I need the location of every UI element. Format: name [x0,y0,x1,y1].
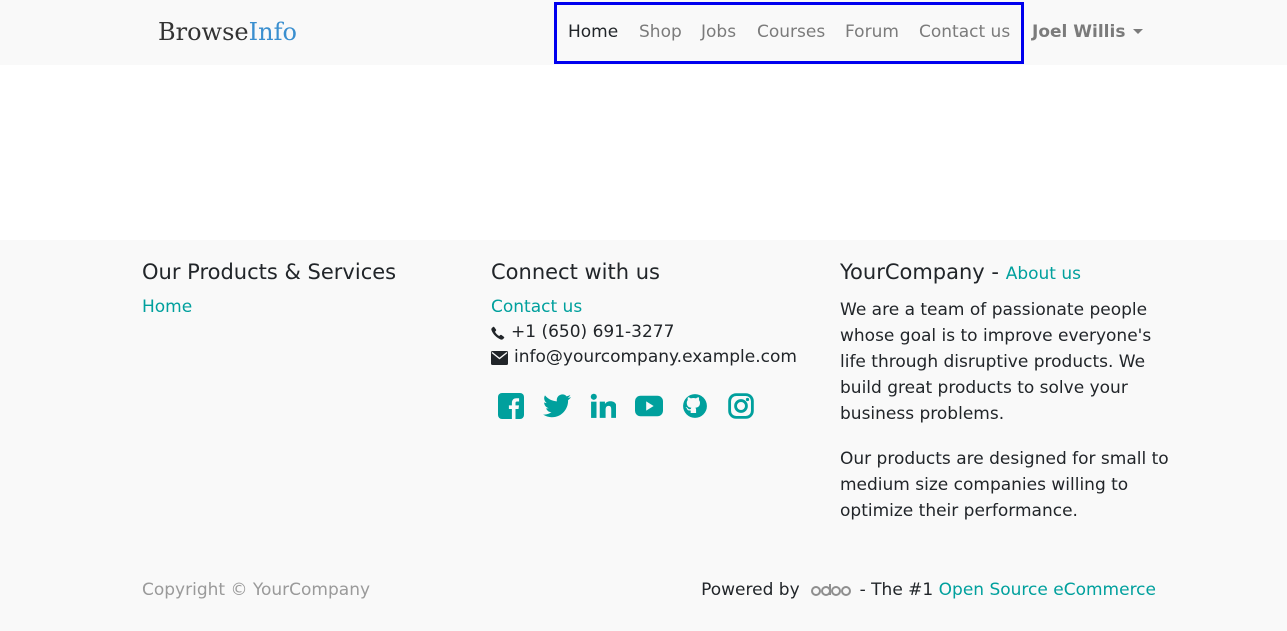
nav-shop[interactable]: Shop [639,21,682,43]
company-name: YourCompany [840,260,985,284]
twitter-icon[interactable] [543,392,571,420]
nav-home[interactable]: Home [568,21,618,43]
envelope-icon [491,350,508,365]
brand-logo[interactable]: BrowseInfo [158,17,297,47]
email-address: info@yourcompany.example.com [514,347,797,367]
user-menu-dropdown[interactable]: Joel Willis [1032,21,1144,43]
about-separator: - [991,260,999,284]
top-navbar: BrowseInfo Home Shop Jobs Courses Forum … [0,0,1287,65]
brand-part2: Info [248,18,297,46]
copyright-text: Copyright © YourCompany [142,580,371,600]
about-paragraph-2: Our products are designed for small to m… [840,449,1169,521]
linkedin-icon[interactable] [589,392,617,420]
brand-part1: Browse [158,18,249,46]
about-paragraph-1: We are a team of passionate people whose… [840,300,1152,424]
open-source-ecommerce-link[interactable]: Open Source eCommerce [939,578,1156,602]
about-us-link[interactable]: About us [1006,264,1081,284]
nav-contact-us[interactable]: Contact us [919,21,1010,43]
footer-products-column: Our Products & Services Home [142,260,472,320]
caret-down-icon [1133,29,1144,34]
nav-jobs[interactable]: Jobs [701,21,736,43]
powered-by: Powered by - The #1 Open Source eCommerc… [701,578,1156,602]
powered-by-suffix: - The #1 [859,580,934,600]
phone-line: +1 (650) 691-3277 [491,320,821,345]
social-links [497,392,821,420]
facebook-icon[interactable] [497,392,525,420]
connect-title: Connect with us [491,260,660,284]
phone-number: +1 (650) 691-3277 [511,322,675,342]
nav-forum[interactable]: Forum [845,21,899,43]
youtube-icon[interactable] [635,392,663,420]
odoo-logo-icon[interactable] [810,583,852,597]
user-name: Joel Willis [1032,22,1126,42]
footer-home-link[interactable]: Home [142,295,192,320]
about-title: YourCompany - About us [840,260,1170,286]
nav-courses[interactable]: Courses [757,21,825,43]
products-title: Our Products & Services [142,260,397,284]
footer-contact-link[interactable]: Contact us [491,295,582,320]
phone-icon [491,326,505,340]
github-icon[interactable] [681,392,709,420]
email-line: info@yourcompany.example.com [491,345,821,370]
footer-connect-column: Connect with us Contact us +1 (650) 691-… [491,260,821,420]
powered-by-label: Powered by [701,580,800,600]
footer-about-column: YourCompany - About us We are a team of … [840,260,1170,543]
instagram-icon[interactable] [727,392,755,420]
footer: Our Products & Services Home Connect wit… [0,240,1287,631]
